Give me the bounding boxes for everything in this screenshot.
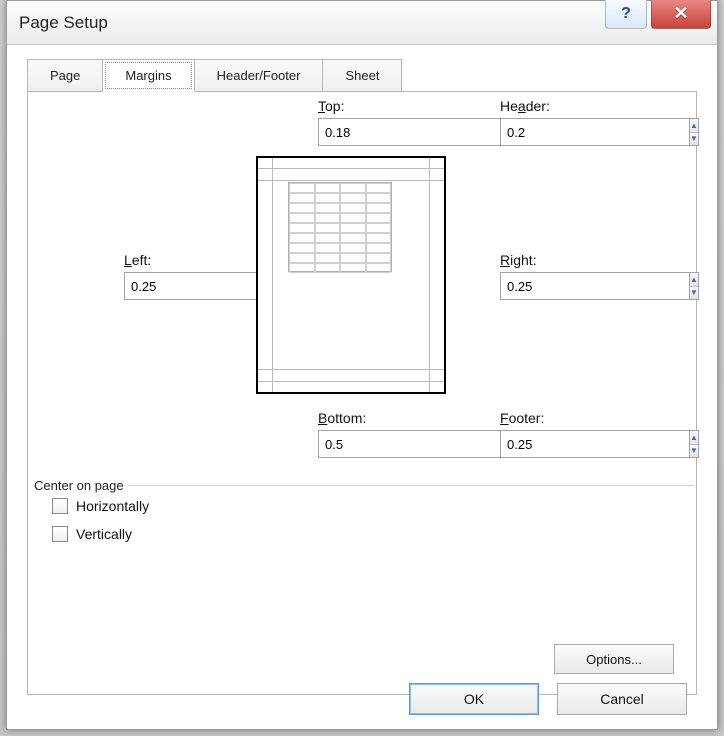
help-icon: ? xyxy=(621,5,631,23)
titlebar: Page Setup ? ✕ xyxy=(7,1,717,45)
input-right[interactable] xyxy=(500,272,689,300)
close-icon: ✕ xyxy=(673,3,688,24)
spin-down-header[interactable]: ▼ xyxy=(690,133,698,146)
legend-divider xyxy=(30,485,694,486)
checkbox-horizontally-row[interactable]: Horizontally xyxy=(52,498,694,514)
ok-button[interactable]: OK xyxy=(409,683,539,715)
input-header[interactable] xyxy=(500,118,689,146)
spinner-bottom: ▲ ▼ xyxy=(318,430,408,458)
preview-bottom-margin-line xyxy=(258,369,444,370)
label-left: Left: xyxy=(124,252,264,268)
input-footer[interactable] xyxy=(500,430,689,458)
window-title: Page Setup xyxy=(19,13,108,33)
preview-top-margin-line xyxy=(258,180,444,181)
tab-header-footer[interactable]: Header/Footer xyxy=(194,59,324,92)
input-top[interactable] xyxy=(318,118,507,146)
spin-up-footer[interactable]: ▲ xyxy=(690,431,698,445)
tab-sheet[interactable]: Sheet xyxy=(322,59,402,92)
page-setup-dialog: Page Setup ? ✕ Page Margins Header/Foote… xyxy=(6,0,718,730)
center-on-page-group: Center on page Horizontally Vertically xyxy=(30,478,694,542)
spin-up-header[interactable]: ▲ xyxy=(690,119,698,133)
preview-left-margin-line xyxy=(272,158,273,392)
spin-buttons-right: ▲ ▼ xyxy=(689,272,699,300)
spinner-header: ▲ ▼ xyxy=(500,118,590,146)
dialog-buttons: OK Cancel xyxy=(409,683,687,715)
spinner-top: ▲ ▼ xyxy=(318,118,408,146)
label-right: Right: xyxy=(500,252,640,268)
label-top: Top: xyxy=(318,98,458,114)
spin-buttons-footer: ▲ ▼ xyxy=(689,430,699,458)
checkbox-horizontally-label: Horizontally xyxy=(76,498,149,514)
spin-down-right[interactable]: ▼ xyxy=(690,287,698,300)
close-button[interactable]: ✕ xyxy=(651,0,711,29)
spinner-footer: ▲ ▼ xyxy=(500,430,590,458)
margins-panel: Top: ▲ ▼ Header: ▲ ▼ Left: xyxy=(27,91,697,695)
spinner-left: ▲ ▼ xyxy=(124,272,214,300)
input-bottom[interactable] xyxy=(318,430,507,458)
checkbox-vertically-row[interactable]: Vertically xyxy=(52,526,694,542)
preview-header-line xyxy=(258,168,444,169)
checkbox-horizontally[interactable] xyxy=(52,498,68,514)
spinner-right: ▲ ▼ xyxy=(500,272,590,300)
cancel-button[interactable]: Cancel xyxy=(557,683,687,715)
help-button[interactable]: ? xyxy=(605,0,647,29)
tab-strip: Page Margins Header/Footer Sheet xyxy=(7,45,717,92)
page-preview xyxy=(256,156,446,394)
spin-buttons-header: ▲ ▼ xyxy=(689,118,699,146)
spin-up-right[interactable]: ▲ xyxy=(690,273,698,287)
field-top: Top: ▲ ▼ xyxy=(318,98,458,146)
field-header: Header: ▲ ▼ xyxy=(500,98,640,146)
preview-content-grid xyxy=(288,182,392,272)
checkbox-vertically[interactable] xyxy=(52,526,68,542)
label-bottom: Bottom: xyxy=(318,410,458,426)
center-legend: Center on page xyxy=(30,478,128,493)
spin-down-footer[interactable]: ▼ xyxy=(690,445,698,458)
field-bottom: Bottom: ▲ ▼ xyxy=(318,410,458,458)
tab-page[interactable]: Page xyxy=(27,59,103,92)
preview-right-margin-line xyxy=(429,158,430,392)
tab-margins[interactable]: Margins xyxy=(102,59,194,92)
field-left: Left: ▲ ▼ xyxy=(124,252,264,300)
label-footer: Footer: xyxy=(500,410,640,426)
options-button[interactable]: Options... xyxy=(554,644,674,674)
field-right: Right: ▲ ▼ xyxy=(500,252,640,300)
preview-footer-line xyxy=(258,381,444,382)
field-footer: Footer: ▲ ▼ xyxy=(500,410,640,458)
checkbox-vertically-label: Vertically xyxy=(76,526,132,542)
label-header: Header: xyxy=(500,98,640,114)
